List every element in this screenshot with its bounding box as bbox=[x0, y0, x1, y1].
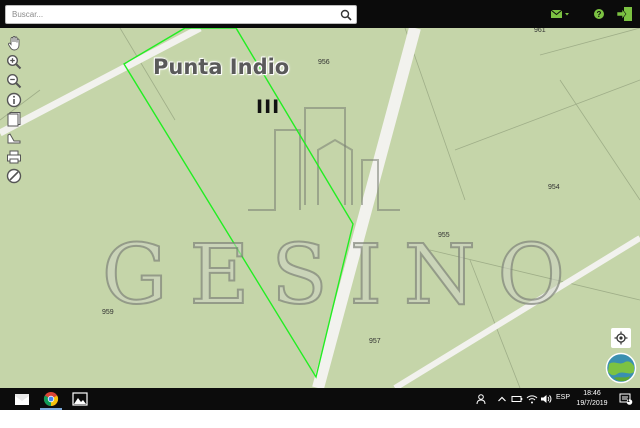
zone-label: III bbox=[256, 96, 281, 118]
volume-icon[interactable] bbox=[540, 393, 552, 405]
notification-count: 1 bbox=[627, 398, 630, 404]
parcel-number: 954 bbox=[548, 184, 560, 191]
chrome-icon[interactable] bbox=[37, 388, 65, 410]
clock-time: 18:46 bbox=[583, 390, 601, 397]
windows-taskbar: ESP 18:46 19/7/2019 1 bbox=[0, 388, 640, 410]
battery-icon[interactable] bbox=[511, 393, 523, 405]
print-icon[interactable] bbox=[5, 148, 23, 166]
search-box bbox=[5, 5, 357, 24]
info-icon[interactable] bbox=[5, 91, 23, 109]
clock[interactable]: 18:46 19/7/2019 bbox=[574, 389, 610, 409]
map-toolbar bbox=[5, 34, 25, 186]
top-bar: ? bbox=[0, 0, 640, 28]
town-label: Punta Indio bbox=[153, 55, 290, 79]
parcel-number: 961 bbox=[534, 27, 546, 34]
logout-icon[interactable] bbox=[616, 6, 634, 22]
people-icon[interactable] bbox=[476, 393, 488, 405]
search-icon[interactable] bbox=[340, 9, 352, 21]
zoom-in-icon[interactable] bbox=[5, 53, 23, 71]
parcel-number: 956 bbox=[318, 59, 330, 66]
layers-icon[interactable] bbox=[5, 110, 23, 128]
language-indicator[interactable]: ESP bbox=[556, 394, 570, 401]
map-canvas[interactable]: GESINO Punta Indio III 956 961 954 955 9… bbox=[0, 0, 640, 388]
photos-icon[interactable] bbox=[66, 388, 94, 410]
measure-icon[interactable] bbox=[5, 129, 23, 147]
street-icon[interactable] bbox=[5, 167, 23, 185]
mail-icon[interactable] bbox=[550, 6, 572, 22]
parcel-number: 957 bbox=[369, 338, 381, 345]
notification-icon[interactable] bbox=[619, 393, 633, 405]
wifi-icon[interactable] bbox=[526, 393, 538, 405]
locate-button[interactable] bbox=[611, 328, 631, 348]
chevron-up-icon[interactable] bbox=[497, 393, 507, 405]
help-icon[interactable]: ? bbox=[592, 6, 606, 22]
parcel-number: 955 bbox=[438, 232, 450, 239]
watermark-building bbox=[248, 107, 400, 211]
search-input[interactable] bbox=[12, 7, 332, 22]
parcel-number: 959 bbox=[102, 309, 114, 316]
locate-icon bbox=[614, 331, 628, 345]
zoom-out-icon[interactable] bbox=[5, 72, 23, 90]
clock-date: 19/7/2019 bbox=[576, 400, 608, 407]
globe-logo-icon[interactable] bbox=[605, 352, 637, 384]
file-explorer-icon[interactable] bbox=[8, 388, 36, 410]
svg-text:?: ? bbox=[597, 10, 602, 19]
bottom-strip bbox=[0, 410, 640, 428]
watermark-text: GESINO bbox=[101, 227, 587, 324]
hand-pan-icon[interactable] bbox=[5, 34, 23, 52]
